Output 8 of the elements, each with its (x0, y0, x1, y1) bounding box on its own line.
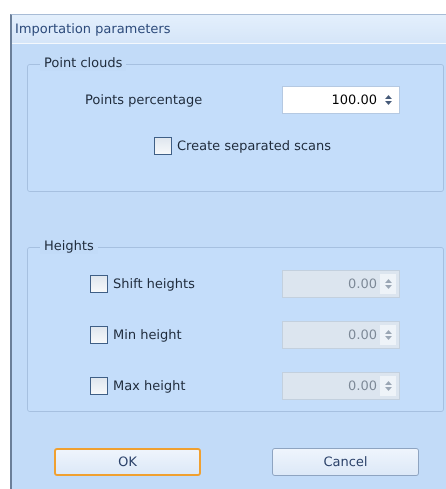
checkbox[interactable] (154, 137, 172, 155)
ok-button[interactable]: OK (54, 448, 201, 476)
group-title: Heights (40, 239, 98, 254)
checkbox-label[interactable]: Create separated scans (176, 138, 331, 154)
number-spinner[interactable]: 100.00 (282, 86, 400, 114)
field-label: Points percentage (85, 92, 204, 108)
cancel-button[interactable]: Cancel (272, 448, 419, 476)
window-title: Importation parameters (15, 22, 171, 36)
